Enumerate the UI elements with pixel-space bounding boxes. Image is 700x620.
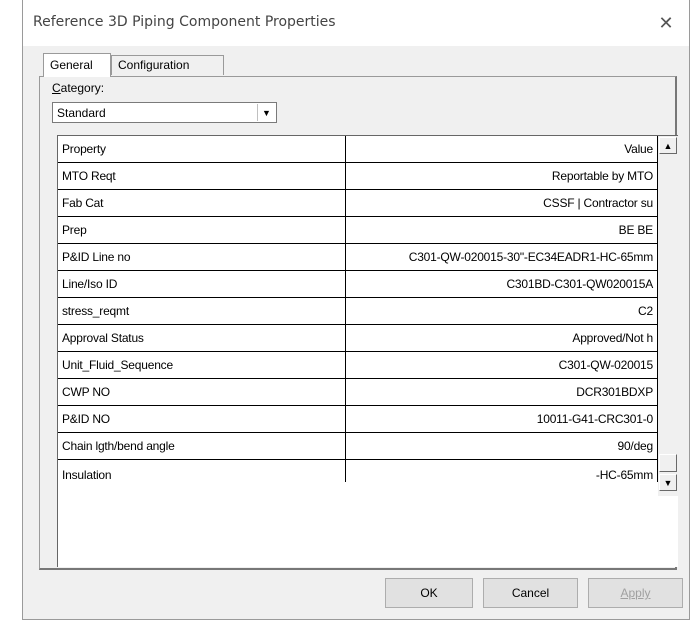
property-cell: Line/Iso ID bbox=[58, 271, 346, 298]
table-row[interactable]: CWP NO DCR301BDXP bbox=[58, 379, 658, 406]
value-cell[interactable]: C301BD-C301-QW020015A bbox=[346, 271, 658, 298]
table-row[interactable]: Unit_Fluid_Sequence C301-QW-020015 bbox=[58, 352, 658, 379]
value-cell[interactable]: C301-QW-020015-30"-EC34EADR1-HC-65mm bbox=[346, 244, 658, 271]
tab-general[interactable]: General bbox=[43, 53, 111, 77]
value-cell[interactable]: 10011-G41-CRC301-0 bbox=[346, 406, 658, 433]
title-bar: Reference 3D Piping Component Properties… bbox=[23, 0, 689, 46]
ok-button[interactable]: OK bbox=[385, 578, 473, 608]
table-row[interactable]: MTO Reqt Reportable by MTO bbox=[58, 163, 658, 190]
property-cell: Insulation bbox=[58, 460, 346, 482]
property-column-header[interactable]: Property bbox=[58, 136, 346, 163]
property-cell: MTO Reqt bbox=[58, 163, 346, 190]
value-cell[interactable]: C2 bbox=[346, 298, 658, 325]
property-cell: Prep bbox=[58, 217, 346, 244]
value-column-header[interactable]: Value bbox=[346, 136, 658, 163]
property-cell: CWP NO bbox=[58, 379, 346, 406]
chevron-down-icon[interactable]: ▼ bbox=[257, 104, 275, 121]
value-cell[interactable]: C301-QW-020015 bbox=[346, 352, 658, 379]
table-row[interactable]: Line/Iso ID C301BD-C301-QW020015A bbox=[58, 271, 658, 298]
property-cell: Approval Status bbox=[58, 325, 346, 352]
table-row[interactable]: Prep BE BE bbox=[58, 217, 658, 244]
table-row[interactable]: P&ID Line no C301-QW-020015-30"-EC34EADR… bbox=[58, 244, 658, 271]
property-cell: P&ID NO bbox=[58, 406, 346, 433]
property-grid[interactable]: Property Value MTO Reqt Reportable by MT… bbox=[57, 135, 678, 567]
table-row[interactable]: Chain lgth/bend angle 90/deg bbox=[58, 433, 658, 460]
value-cell[interactable]: -HC-65mm bbox=[346, 460, 658, 482]
property-cell: stress_reqmt bbox=[58, 298, 346, 325]
value-cell[interactable]: Reportable by MTO bbox=[346, 163, 658, 190]
vertical-scrollbar[interactable]: ▲ ▼ bbox=[658, 136, 678, 496]
category-select[interactable]: Standard ▼ bbox=[52, 102, 277, 123]
grid-header-row: Property Value bbox=[58, 136, 658, 163]
table-row[interactable]: Fab Cat CSSF | Contractor su bbox=[58, 190, 658, 217]
property-cell: Unit_Fluid_Sequence bbox=[58, 352, 346, 379]
property-cell: Fab Cat bbox=[58, 190, 346, 217]
scroll-up-icon[interactable]: ▲ bbox=[659, 137, 677, 154]
property-cell: P&ID Line no bbox=[58, 244, 346, 271]
table-row[interactable]: P&ID NO 10011-G41-CRC301-0 bbox=[58, 406, 658, 433]
table-row[interactable]: stress_reqmt C2 bbox=[58, 298, 658, 325]
value-cell[interactable]: DCR301BDXP bbox=[346, 379, 658, 406]
value-cell[interactable]: CSSF | Contractor su bbox=[346, 190, 658, 217]
table-row[interactable]: Approval Status Approved/Not h bbox=[58, 325, 658, 352]
property-cell: Chain lgth/bend angle bbox=[58, 433, 346, 460]
window-title: Reference 3D Piping Component Properties bbox=[33, 14, 336, 30]
cancel-button[interactable]: Cancel bbox=[483, 578, 578, 608]
scroll-down-icon[interactable]: ▼ bbox=[659, 474, 677, 491]
category-selected-value: Standard bbox=[57, 106, 106, 120]
apply-button[interactable]: Apply bbox=[588, 578, 683, 608]
scrollbar-thumb[interactable] bbox=[659, 454, 677, 472]
value-cell[interactable]: 90/deg bbox=[346, 433, 658, 460]
value-cell[interactable]: BE BE bbox=[346, 217, 658, 244]
general-panel: Category: Standard ▼ Property Value MTO … bbox=[39, 76, 678, 570]
tab-configuration[interactable]: Configuration bbox=[111, 55, 224, 75]
value-cell[interactable]: Approved/Not h bbox=[346, 325, 658, 352]
table-row[interactable]: Insulation -HC-65mm bbox=[58, 460, 658, 482]
properties-dialog: Reference 3D Piping Component Properties… bbox=[22, 0, 690, 620]
close-icon[interactable]: ✕ bbox=[643, 0, 689, 46]
category-label: Category: bbox=[52, 81, 105, 95]
